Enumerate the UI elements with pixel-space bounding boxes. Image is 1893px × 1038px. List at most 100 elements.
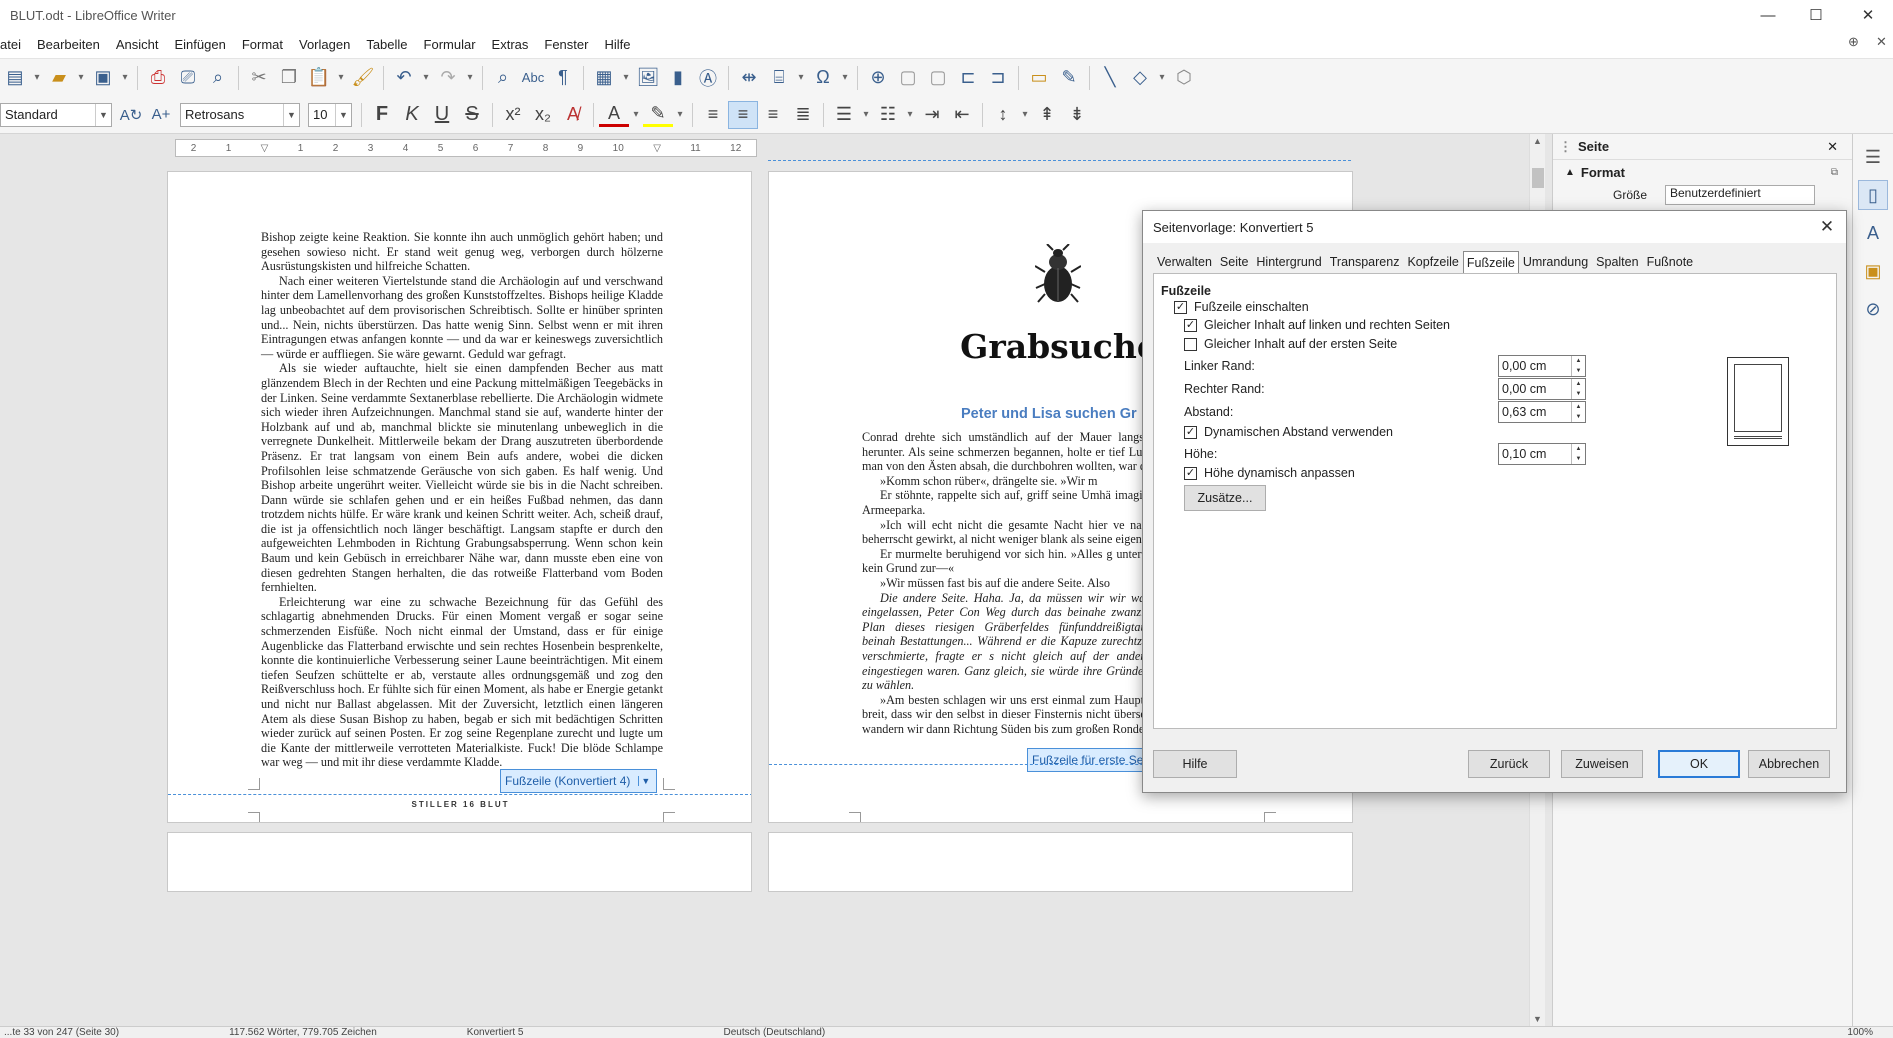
apply-button[interactable]: Zuweisen — [1561, 750, 1643, 778]
draw-functions-icon[interactable]: ⬡ — [1169, 64, 1199, 92]
clone-formatting-icon[interactable]: 🖌 — [348, 64, 378, 92]
grip-icon[interactable]: ⋮ — [1559, 139, 1572, 155]
tab-transparency[interactable]: Transparenz — [1326, 251, 1404, 273]
chevron-down-icon[interactable]: ▼ — [638, 776, 652, 786]
enable-footer-checkbox[interactable]: ✓ — [1174, 301, 1187, 314]
scroll-down-icon[interactable]: ▼ — [1530, 1014, 1545, 1024]
next-left-page[interactable] — [167, 832, 752, 892]
save-dropdown-icon[interactable]: ▾ — [118, 64, 132, 92]
footnote-icon[interactable]: ▢ — [893, 64, 923, 92]
open-dropdown-icon[interactable]: ▾ — [74, 64, 88, 92]
left-margin-spinbox[interactable]: 0,00 cm ▲ ▼ — [1498, 355, 1586, 377]
track-changes-icon[interactable]: ✎ — [1054, 64, 1084, 92]
next-right-page[interactable] — [768, 832, 1353, 892]
tab-footnote[interactable]: Fußnote — [1643, 251, 1698, 273]
formatting-marks-icon[interactable]: ¶ — [548, 64, 578, 92]
cross-reference-icon[interactable]: ⊐ — [983, 64, 1013, 92]
tab-organizer[interactable]: Verwalten — [1153, 251, 1216, 273]
endnote-icon[interactable]: ▢ — [923, 64, 953, 92]
justify-icon[interactable]: ≣ — [788, 101, 818, 129]
menu-window[interactable]: Fenster — [536, 37, 596, 52]
tab-borders[interactable]: Umrandung — [1519, 251, 1592, 273]
undo-icon[interactable]: ↶ — [389, 64, 419, 92]
numbered-list-icon[interactable]: ☷ — [873, 101, 903, 129]
open-folder-icon[interactable]: ▰ — [44, 64, 74, 92]
tab-area[interactable]: Hintergrund — [1252, 251, 1325, 273]
decrease-indent-icon[interactable]: ⇤ — [947, 101, 977, 129]
line-spacing-dropdown-icon[interactable]: ▾ — [1018, 101, 1032, 129]
decrease-paragraph-spacing-icon[interactable]: ⇟ — [1062, 101, 1092, 129]
new-style-icon[interactable]: A+ — [146, 101, 176, 129]
help-button[interactable]: Hilfe — [1153, 750, 1237, 778]
bold-icon[interactable]: F — [367, 101, 397, 129]
footer-tag-left[interactable]: Fußzeile (Konvertiert 4) ▼ — [500, 769, 658, 793]
export-pdf-icon[interactable]: ⎙ — [143, 64, 173, 92]
bookmark-icon[interactable]: ⊏ — [953, 64, 983, 92]
same-content-first-checkbox[interactable] — [1184, 338, 1197, 351]
increase-paragraph-spacing-icon[interactable]: ⇞ — [1032, 101, 1062, 129]
print-preview-icon[interactable]: ⌕ — [203, 64, 233, 92]
spin-up-icon[interactable]: ▲ — [1576, 358, 1582, 364]
word-count[interactable]: 117.562 Wörter, 779.705 Zeichen — [229, 1027, 377, 1038]
styles-panel-icon[interactable]: A — [1858, 218, 1888, 248]
basic-shapes-icon[interactable]: ◇ — [1125, 64, 1155, 92]
menu-edit[interactable]: Bearbeiten — [29, 37, 108, 52]
reset-button[interactable]: Zurück — [1468, 750, 1550, 778]
menu-view[interactable]: Ansicht — [108, 37, 167, 52]
tab-page[interactable]: Seite — [1216, 251, 1253, 273]
spin-up-icon[interactable]: ▲ — [1576, 404, 1582, 410]
highlight-color-icon[interactable]: ✎ — [643, 103, 673, 127]
tab-footer[interactable]: Fußzeile — [1462, 251, 1519, 273]
hyperlink-icon[interactable]: ⊕ — [863, 64, 893, 92]
align-center-icon[interactable]: ≡ — [728, 100, 758, 129]
insert-field-icon[interactable]: ⌸ — [764, 64, 794, 92]
cancel-button[interactable]: Abbrechen — [1748, 750, 1830, 778]
line-spacing-icon[interactable]: ↕ — [988, 101, 1018, 129]
dynamic-spacing-checkbox[interactable]: ✓ — [1184, 426, 1197, 439]
navigator-panel-icon[interactable]: ⊘ — [1858, 294, 1888, 324]
spin-down-icon[interactable]: ▼ — [1576, 368, 1582, 374]
chevron-down-icon[interactable]: ▼ — [95, 103, 111, 126]
close-icon[interactable]: ✕ — [1814, 214, 1840, 240]
menu-file[interactable]: atei — [0, 37, 29, 52]
close-document-icon[interactable]: ✕ — [1868, 34, 1893, 50]
update-globe-icon[interactable]: ⊕ — [1840, 34, 1867, 50]
insert-image-icon[interactable]: 🖼 — [633, 64, 663, 92]
line-icon[interactable]: ╲ — [1095, 64, 1125, 92]
left-page-text[interactable]: Bishop zeigte keine Reaktion. Sie konnte… — [261, 230, 663, 770]
menu-form[interactable]: Formular — [416, 37, 484, 52]
undo-dropdown-icon[interactable]: ▾ — [419, 64, 433, 92]
spin-up-icon[interactable]: ▲ — [1576, 381, 1582, 387]
close-window-button[interactable]: ✕ — [1845, 0, 1891, 30]
insert-chart-icon[interactable]: ▮ — [663, 64, 693, 92]
table-dropdown-icon[interactable]: ▾ — [619, 64, 633, 92]
find-replace-icon[interactable]: ⌕ — [488, 64, 518, 92]
size-select[interactable]: Benutzerdefiniert — [1665, 185, 1815, 205]
sidebar-menu-icon[interactable]: ☰ — [1858, 142, 1888, 172]
scroll-up-icon[interactable]: ▲ — [1530, 136, 1545, 146]
menu-tools[interactable]: Extras — [484, 37, 537, 52]
collapse-icon[interactable]: ▲ — [1565, 167, 1575, 178]
new-document-icon[interactable]: ▤ — [0, 64, 30, 92]
spin-down-icon[interactable]: ▼ — [1576, 391, 1582, 397]
maximize-button[interactable]: ☐ — [1793, 0, 1839, 30]
more-button[interactable]: Zusätze... — [1184, 485, 1266, 511]
redo-icon[interactable]: ↷ — [433, 64, 463, 92]
scrollbar-thumb[interactable] — [1531, 168, 1544, 188]
special-character-icon[interactable]: Ω — [808, 64, 838, 92]
right-margin-spinbox[interactable]: 0,00 cm ▲ ▼ — [1498, 378, 1586, 400]
autofit-height-checkbox[interactable]: ✓ — [1184, 467, 1197, 480]
clear-formatting-icon[interactable]: A̸ — [558, 101, 588, 129]
strikethrough-icon[interactable]: S — [457, 101, 487, 129]
italic-icon[interactable]: K — [397, 101, 427, 129]
special-char-dropdown-icon[interactable]: ▾ — [838, 64, 852, 92]
font-size-box[interactable]: 10 ▼ — [308, 102, 352, 127]
close-sidebar-icon[interactable]: ✕ — [1827, 139, 1838, 155]
gallery-panel-icon[interactable]: ▣ — [1858, 256, 1888, 286]
increase-indent-icon[interactable]: ⇥ — [917, 101, 947, 129]
same-content-lr-checkbox[interactable]: ✓ — [1184, 319, 1197, 332]
ok-button[interactable]: OK — [1658, 750, 1740, 778]
page-break-icon[interactable]: ⇹ — [734, 64, 764, 92]
tab-header[interactable]: Kopfzeile — [1403, 251, 1462, 273]
menu-table[interactable]: Tabelle — [358, 37, 415, 52]
